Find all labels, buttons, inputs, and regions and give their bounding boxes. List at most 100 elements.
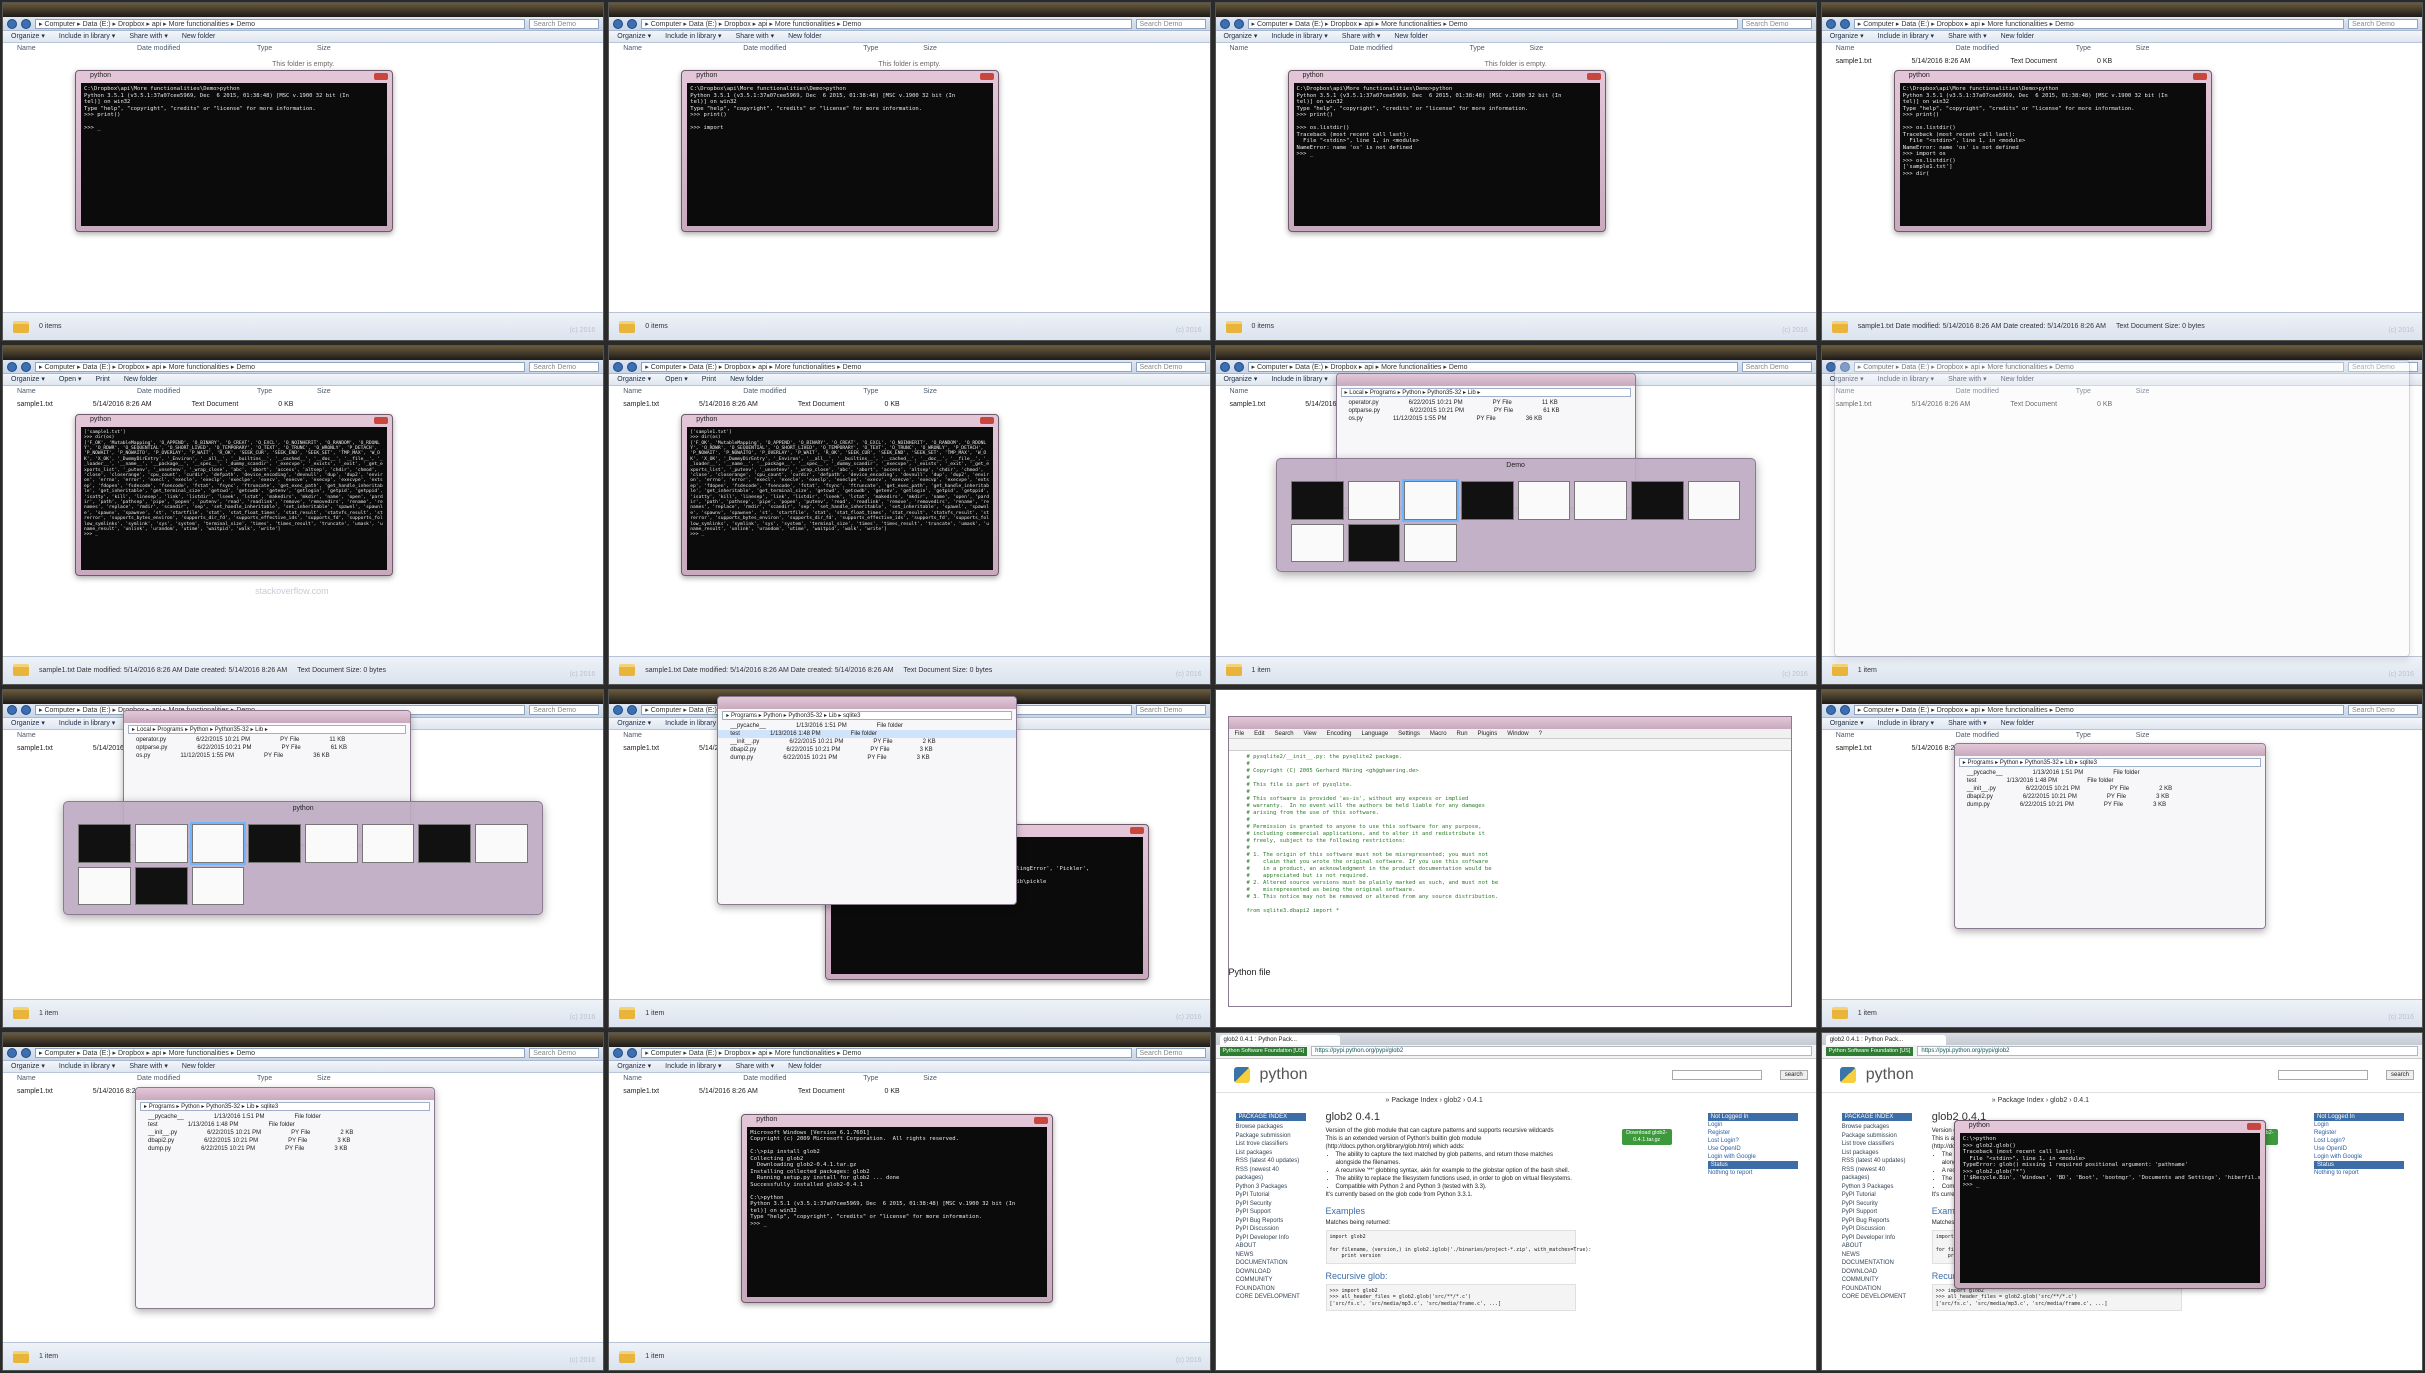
- toolbar-item[interactable]: Share with ▾: [129, 1061, 168, 1072]
- toolbar-item[interactable]: Share with ▾: [1948, 718, 1987, 729]
- file-row[interactable]: dump.py 6/22/2015 10:21 PM PY File 3 KB: [1955, 801, 2265, 809]
- column-header[interactable]: Name: [1230, 386, 1350, 398]
- menu-item[interactable]: Window: [1507, 729, 1528, 738]
- sidebar-link[interactable]: PyPI Bug Reports: [1842, 1217, 1912, 1226]
- search-input[interactable]: Search Demo: [529, 361, 600, 372]
- toolbar-item[interactable]: New folder: [730, 374, 763, 385]
- login-link[interactable]: Use OpenID: [2314, 1145, 2404, 1153]
- sidebar-section[interactable]: NEWS: [1236, 1251, 1306, 1260]
- window-thumbnail[interactable]: [1687, 481, 1741, 520]
- site-search-button[interactable]: search: [2386, 1070, 2414, 1081]
- file-row[interactable]: dump.py 6/22/2015 10:21 PM PY File 3 KB: [136, 1145, 434, 1153]
- window-thumbnail[interactable]: [1574, 481, 1627, 520]
- menu-item[interactable]: Search: [1275, 729, 1294, 738]
- console-window[interactable]: python Microsoft Windows [Version 6.1.760…: [741, 1113, 1054, 1303]
- toolbar-item[interactable]: Include in library ▾: [1878, 31, 1934, 42]
- column-header[interactable]: Date modified: [1956, 43, 2076, 55]
- toolbar-item[interactable]: Include in library ▾: [1271, 31, 1327, 42]
- forward-button[interactable]: [1839, 18, 1850, 29]
- file-row[interactable]: dbapi2.py 6/22/2015 10:21 PM PY File 3 KB: [718, 746, 1016, 754]
- address-field[interactable]: ▸ Computer ▸ Data (E:) ▸ Dropbox ▸ api ▸…: [35, 18, 526, 29]
- sidebar-section[interactable]: NEWS: [1842, 1251, 1912, 1260]
- address-field[interactable]: ▸ Computer ▸ Data (E:) ▸ Dropbox ▸ api ▸…: [641, 361, 1132, 372]
- menu-item[interactable]: Run: [1457, 729, 1468, 738]
- address-field[interactable]: ▸ Computer ▸ Data (E:) ▸ Dropbox ▸ api ▸…: [35, 361, 526, 372]
- sidebar-link[interactable]: PyPI Security: [1842, 1200, 1912, 1209]
- column-header[interactable]: Type: [863, 43, 923, 55]
- toolbar-item[interactable]: Include in library ▾: [59, 31, 115, 42]
- column-header[interactable]: Size: [317, 43, 377, 55]
- toolbar-item[interactable]: New folder: [788, 31, 821, 42]
- sidebar-section[interactable]: CORE DEVELOPMENT: [1842, 1293, 1912, 1302]
- toolbar-item[interactable]: New folder: [124, 374, 157, 385]
- back-button[interactable]: [7, 18, 17, 29]
- toolbar-item[interactable]: New folder: [2001, 718, 2034, 729]
- file-row[interactable]: test 1/13/2016 1:48 PM File folder: [136, 1121, 434, 1129]
- close-icon[interactable]: [2192, 73, 2207, 81]
- login-link[interactable]: Register: [1708, 1129, 1798, 1137]
- column-header[interactable]: Date modified: [743, 1073, 863, 1085]
- forward-button[interactable]: [1233, 18, 1244, 29]
- sidebar-link[interactable]: PyPI Tutorial: [1236, 1191, 1306, 1200]
- login-link[interactable]: Register: [2314, 1129, 2404, 1137]
- forward-button[interactable]: [627, 1048, 638, 1059]
- window-thumbnail[interactable]: [135, 824, 188, 863]
- file-row[interactable]: optparse.py 6/22/2015 10:21 PM PY File 61 K…: [124, 744, 410, 752]
- console-window[interactable]: python ['sample1.txt'] >>> dir(os) ['F_OK…: [75, 413, 394, 576]
- toolbar-item[interactable]: Include in library ▾: [59, 1061, 115, 1072]
- back-button[interactable]: [613, 361, 624, 372]
- file-row[interactable]: dbapi2.py 6/22/2015 10:21 PM PY File 3 KB: [1955, 793, 2265, 801]
- toolbar-item[interactable]: Include in library ▾: [665, 718, 721, 729]
- login-link[interactable]: Lost Login?: [2314, 1137, 2404, 1145]
- toolbar-item[interactable]: Organize ▾: [1224, 31, 1258, 42]
- close-icon[interactable]: [1034, 1116, 1049, 1124]
- toolbar-item[interactable]: Organize ▾: [11, 718, 45, 729]
- address-field[interactable]: ▸ Computer ▸ Data (E:) ▸ Dropbox ▸ api ▸…: [1853, 705, 2344, 715]
- back-button[interactable]: [1825, 18, 1836, 29]
- back-button[interactable]: [7, 705, 17, 715]
- login-link[interactable]: Login with Google: [2314, 1153, 2404, 1161]
- file-row[interactable]: __init__.py 6/22/2015 10:21 PM PY File 2 KB: [718, 738, 1016, 746]
- column-header[interactable]: Type: [2076, 730, 2136, 742]
- column-header[interactable]: Type: [257, 1073, 317, 1085]
- console-window[interactable]: python C:\>python >>> glob2.glob() Traceb…: [1953, 1120, 2266, 1290]
- column-header[interactable]: Name: [623, 43, 743, 55]
- file-row[interactable]: __pycache__ 1/13/2016 1:51 PM File folder: [1955, 769, 2265, 777]
- forward-button[interactable]: [21, 705, 31, 715]
- sidebar-link[interactable]: PyPI Discussion: [1842, 1225, 1912, 1234]
- sidebar-section[interactable]: DOWNLOAD: [1842, 1268, 1912, 1277]
- dialog-address-field[interactable]: ▸ Programs ▸ Python ▸ Python35-32 ▸ Lib …: [722, 711, 1013, 721]
- browser-tab[interactable]: glob2 0.4.1 : Python Pack...: [1219, 1034, 1340, 1045]
- login-link[interactable]: Lost Login?: [1708, 1137, 1798, 1145]
- sidebar-section[interactable]: DOCUMENTATION: [1842, 1259, 1912, 1268]
- sidebar-link[interactable]: Browse packages: [1236, 1123, 1306, 1132]
- column-header[interactable]: Type: [863, 1073, 923, 1085]
- column-header[interactable]: Size: [923, 386, 983, 398]
- console-output[interactable]: C:\Dropbox\api\More functionalities\Demo…: [81, 83, 388, 227]
- column-header[interactable]: Name: [623, 386, 743, 398]
- search-input[interactable]: Search Demo: [1135, 18, 1206, 29]
- search-input[interactable]: Search Demo: [529, 1048, 600, 1059]
- toolbar-item[interactable]: Organize ▾: [1224, 374, 1258, 385]
- close-icon[interactable]: [1130, 827, 1145, 835]
- sidebar-link[interactable]: PyPI Developer Info: [1842, 1234, 1912, 1243]
- sidebar-section[interactable]: FOUNDATION: [1842, 1285, 1912, 1294]
- toolbar-item[interactable]: New folder: [182, 1061, 215, 1072]
- toolbar-item[interactable]: New folder: [2001, 31, 2034, 42]
- file-row[interactable]: __pycache__ 1/13/2016 1:51 PM File folder: [718, 722, 1016, 730]
- toolbar-item[interactable]: Share with ▾: [1342, 31, 1381, 42]
- login-link[interactable]: Login with Google: [1708, 1153, 1798, 1161]
- python-logo-icon[interactable]: [1233, 1067, 1250, 1084]
- window-thumbnail[interactable]: [78, 824, 132, 863]
- site-logo-text[interactable]: python: [1260, 1066, 1308, 1084]
- close-icon[interactable]: [980, 416, 995, 424]
- url-field[interactable]: https://pypi.python.org/pypi/glob2: [1311, 1046, 1812, 1057]
- window-thumbnail[interactable]: [135, 866, 188, 906]
- browser-tab[interactable]: glob2 0.4.1 : Python Pack...: [1825, 1034, 1946, 1045]
- window-thumbnail[interactable]: [248, 824, 302, 863]
- toolbar-item[interactable]: Include in library ▾: [1878, 718, 1934, 729]
- toolbar-item[interactable]: Share with ▾: [736, 31, 775, 42]
- site-search-input[interactable]: [2278, 1070, 2368, 1081]
- console-output[interactable]: C:\Dropbox\api\More functionalities\Demo…: [1293, 83, 1600, 227]
- search-input[interactable]: Search Demo: [1741, 361, 1812, 372]
